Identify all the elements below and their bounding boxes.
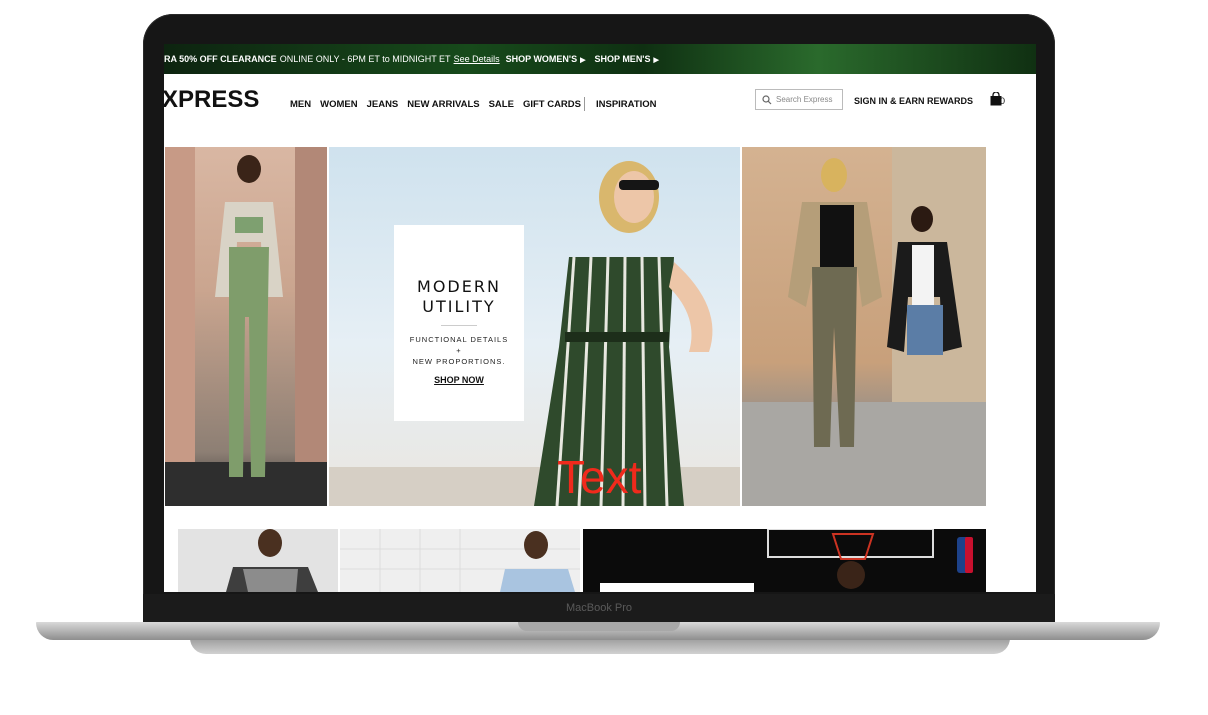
- macbook-label: MacBook Pro: [565, 602, 633, 614]
- sign-in-link[interactable]: SIGN IN & EARN REWARDS: [854, 96, 973, 106]
- hero-image-right[interactable]: [742, 147, 986, 506]
- hero-title-line1: MODERN: [417, 277, 501, 296]
- caret-right-icon: ▶: [653, 57, 659, 64]
- search-icon: [762, 94, 772, 104]
- hero-text-line1: FUNCTIONAL DETAILS: [409, 335, 509, 344]
- promo-headline: RA 50% OFF CLEARANCE: [164, 54, 277, 64]
- promo-banner: RA 50% OFF CLEARANCE ONLINE ONLY - 6PM E…: [164, 44, 1036, 74]
- card-divider: [441, 325, 477, 326]
- hero-image-left[interactable]: [165, 147, 327, 506]
- category-tile-3[interactable]: [583, 529, 986, 592]
- laptop-notch: [518, 622, 680, 631]
- search-placeholder: Search Express: [776, 95, 833, 104]
- main-nav: MEN WOMEN JEANS NEW ARRIVALS SALE GIFT C…: [290, 97, 666, 111]
- nav-item-new-arrivals[interactable]: NEW ARRIVALS: [407, 99, 479, 110]
- nav-item-sale[interactable]: SALE: [489, 99, 514, 110]
- bag-count: 0: [1000, 96, 1006, 106]
- browser-screen: RA 50% OFF CLEARANCE ONLINE ONLY - 6PM E…: [164, 44, 1036, 592]
- model-figures-image: [742, 147, 986, 506]
- model-figure-image: [165, 147, 327, 506]
- shop-mens-link[interactable]: SHOP MEN'S ▶: [594, 54, 658, 64]
- hero-text-plus: +: [456, 346, 462, 355]
- hero-image-center[interactable]: MODERN UTILITY FUNCTIONAL DETAILS + NEW …: [329, 147, 740, 506]
- shop-now-link[interactable]: SHOP NOW: [394, 375, 524, 385]
- express-logo[interactable]: XPRESS: [164, 86, 259, 114]
- site-header: XPRESS MEN WOMEN JEANS NEW ARRIVALS SALE…: [164, 74, 1036, 134]
- caret-right-icon: ▶: [580, 57, 586, 64]
- category-tile-2[interactable]: [340, 529, 580, 592]
- laptop-chin: MacBook Pro: [143, 594, 1055, 624]
- nav-item-inspiration[interactable]: INSPIRATION: [596, 99, 657, 110]
- tile-caption-bar: [600, 583, 754, 592]
- nav-item-women[interactable]: WOMEN: [320, 99, 357, 110]
- see-details-link[interactable]: See Details: [454, 54, 500, 64]
- hero-promo-card: MODERN UTILITY FUNCTIONAL DETAILS + NEW …: [394, 225, 524, 421]
- laptop-base-shadow: [190, 638, 1010, 654]
- shop-womens-link[interactable]: SHOP WOMEN'S ▶: [506, 54, 586, 64]
- hero-title-line2: UTILITY: [422, 297, 496, 316]
- category-tile-1[interactable]: [178, 529, 338, 592]
- promo-detail: ONLINE ONLY - 6PM ET to MIDNIGHT ET: [279, 54, 451, 64]
- nav-item-men[interactable]: MEN: [290, 99, 311, 110]
- model-figure-image: [340, 529, 580, 592]
- hero-text-line2: NEW PROPORTIONS.: [412, 357, 506, 366]
- overlay-text: Text: [557, 451, 642, 503]
- nav-divider: [584, 97, 585, 111]
- nav-item-jeans[interactable]: JEANS: [367, 99, 399, 110]
- shop-mens-label: SHOP MEN'S: [594, 54, 651, 64]
- model-figure-image: [226, 529, 318, 592]
- search-input[interactable]: Search Express: [755, 89, 843, 110]
- nav-item-gift-cards[interactable]: GIFT CARDS: [523, 99, 581, 110]
- model-figure-image: [329, 161, 740, 506]
- shop-womens-label: SHOP WOMEN'S: [505, 54, 578, 64]
